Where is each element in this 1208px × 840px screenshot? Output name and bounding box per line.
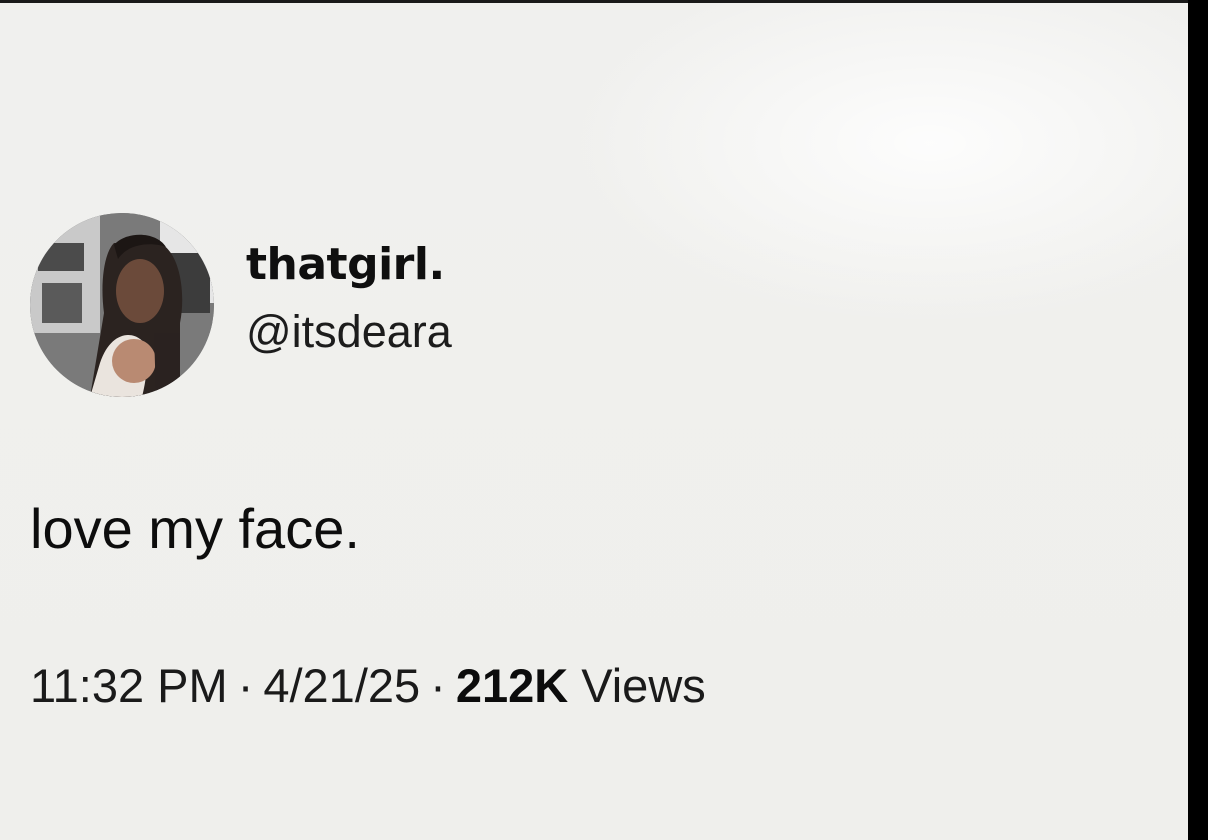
avatar[interactable]: [30, 213, 214, 397]
tweet-card: thatgirl. @itsdeara love my face. 11:32 …: [30, 213, 1130, 715]
views-label: Views: [581, 659, 706, 713]
meta-separator: ·: [237, 659, 254, 713]
author-names: thatgirl. @itsdeara: [246, 239, 452, 360]
views-count[interactable]: 212K: [456, 659, 568, 712]
tweet-text: love my face.: [30, 497, 360, 560]
avatar-photo: [30, 213, 214, 397]
tweet-header: thatgirl. @itsdeara: [30, 213, 1130, 397]
meta-separator: ·: [430, 659, 446, 713]
user-handle[interactable]: @itsdeara: [246, 305, 452, 359]
tweet-time[interactable]: 11:32 PM: [30, 659, 228, 712]
screen: thatgirl. @itsdeara love my face. 11:32 …: [0, 0, 1188, 840]
tweet-date[interactable]: 4/21/25: [263, 659, 420, 712]
display-name[interactable]: thatgirl.: [246, 239, 452, 292]
tweet-meta: 11:32 PM · 4/21/25 · 212K Views: [30, 658, 1130, 714]
